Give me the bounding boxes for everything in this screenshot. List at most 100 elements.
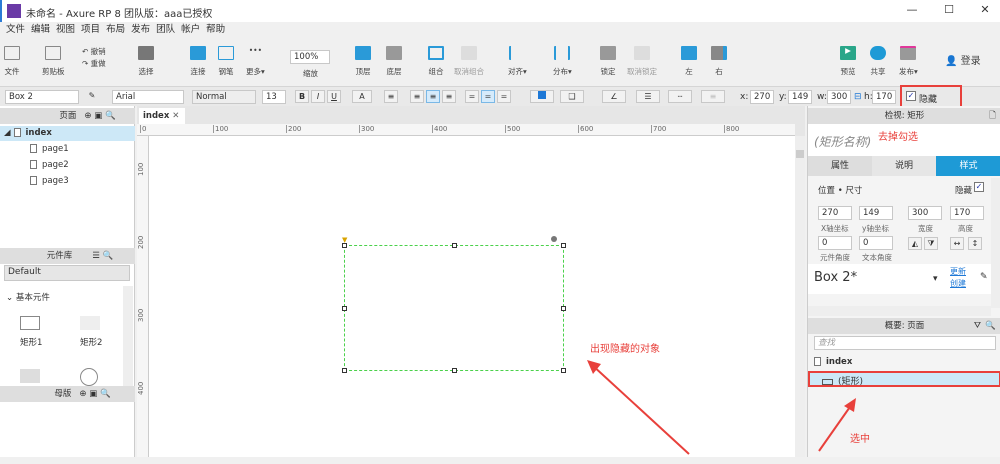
align-bottom-button[interactable]: = bbox=[497, 90, 511, 103]
undo-button[interactable]: ↶ 撤销 bbox=[82, 46, 106, 57]
align-right-button[interactable]: ≡ bbox=[442, 90, 456, 103]
login-button[interactable]: 👤 登录 bbox=[945, 52, 981, 67]
menu-team[interactable]: 团队 bbox=[156, 22, 175, 38]
create-style-link[interactable]: 创建 bbox=[950, 278, 966, 289]
lock-button[interactable]: 锁定 bbox=[600, 46, 616, 77]
search-masters-icon[interactable]: 🔍 bbox=[100, 389, 111, 399]
align-top-button[interactable]: = bbox=[465, 90, 479, 103]
italic-button[interactable]: I bbox=[311, 90, 325, 103]
menu-view[interactable]: 视图 bbox=[56, 22, 75, 38]
canvas-vertical-scrollbar[interactable] bbox=[795, 136, 805, 457]
menu-account[interactable]: 帐户 bbox=[181, 22, 200, 38]
page-item[interactable]: page2 bbox=[30, 160, 69, 170]
tab-properties[interactable]: 属性 bbox=[808, 156, 872, 176]
menu-help[interactable]: 帮助 bbox=[206, 22, 225, 38]
image-widget-icon[interactable] bbox=[20, 369, 40, 383]
bullet-button[interactable]: ≡ bbox=[384, 90, 398, 103]
hidden-checkbox-inspector[interactable]: ✓ bbox=[974, 182, 984, 192]
clipboard-button[interactable]: 剪贴板 bbox=[42, 46, 65, 77]
outline-page-index[interactable]: index bbox=[814, 357, 852, 367]
tab-notes[interactable]: 说明 bbox=[872, 156, 936, 176]
shadow-button[interactable]: ❑ bbox=[560, 90, 584, 103]
h-input[interactable]: 170 bbox=[872, 90, 896, 104]
share-button[interactable]: 共享 bbox=[870, 46, 886, 77]
flip-vertical-button[interactable]: ◭ bbox=[908, 237, 922, 250]
font-weight-select[interactable]: Normal bbox=[192, 90, 256, 104]
y-coordinate-input[interactable]: 149 bbox=[859, 206, 893, 220]
align-left-button[interactable]: ≡ bbox=[410, 90, 424, 103]
file-button[interactable]: 文件 bbox=[4, 46, 20, 77]
add-page-icon[interactable]: ⊕ bbox=[84, 111, 91, 121]
fill-color-button[interactable] bbox=[530, 90, 554, 103]
menu-layout[interactable]: 布局 bbox=[106, 22, 125, 38]
lock-ratio-icon[interactable]: ⊟ bbox=[854, 92, 862, 102]
font-size-select[interactable]: 13 bbox=[262, 90, 286, 104]
x-coordinate-input[interactable]: 270 bbox=[818, 206, 852, 220]
hidden-checkbox[interactable]: ✓ bbox=[906, 91, 916, 101]
edit-style-icon[interactable]: ✎ bbox=[980, 272, 988, 282]
tab-style[interactable]: 样式 bbox=[936, 156, 1000, 176]
preview-button[interactable]: ▶ 预览 bbox=[840, 46, 856, 77]
outline-search-input[interactable]: 查找 bbox=[814, 336, 996, 350]
add-folder-icon[interactable]: ▣ bbox=[94, 111, 102, 121]
add-folder-icon[interactable]: ▣ bbox=[89, 389, 97, 399]
bold-button[interactable]: B bbox=[295, 90, 309, 103]
unlock-button[interactable]: 取消锁定 bbox=[627, 46, 657, 77]
bring-top-button[interactable]: 顶层 bbox=[355, 46, 371, 77]
style-dropdown-icon[interactable]: ▾ bbox=[933, 274, 938, 284]
rotation-input[interactable]: 0 bbox=[818, 236, 852, 250]
left-panel-button[interactable]: 左 bbox=[681, 46, 697, 77]
library-scrollbar[interactable] bbox=[123, 286, 133, 386]
align-middle-button[interactable]: = bbox=[481, 90, 495, 103]
distribute-button[interactable]: 分布▾ bbox=[553, 46, 572, 77]
anchor-icon[interactable]: ▼ bbox=[342, 236, 347, 244]
search-pages-icon[interactable]: 🔍 bbox=[105, 111, 116, 121]
minimize-button[interactable]: — bbox=[897, 3, 927, 19]
close-tab-icon[interactable]: ✕ bbox=[172, 111, 179, 121]
font-select[interactable]: Arial bbox=[112, 90, 184, 104]
rectangle2-icon[interactable] bbox=[80, 316, 100, 330]
page-item[interactable]: page3 bbox=[30, 176, 69, 186]
add-master-icon[interactable]: ⊕ bbox=[79, 389, 86, 399]
maximize-button[interactable]: ☐ bbox=[934, 3, 964, 19]
style-select[interactable]: Box 2 bbox=[5, 90, 79, 104]
redo-button[interactable]: ↷ 重做 bbox=[82, 58, 106, 69]
style-edit-icon[interactable]: ✎ bbox=[85, 90, 99, 103]
flip-horizontal-button[interactable]: ⧩ bbox=[924, 237, 938, 250]
ellipse-widget-icon[interactable] bbox=[80, 368, 98, 386]
inspector-horizontal-scrollbar[interactable] bbox=[808, 306, 991, 316]
pen-button[interactable]: 钢笔 bbox=[218, 46, 234, 77]
right-panel-button[interactable]: 右 bbox=[711, 46, 727, 77]
search-outline-icon[interactable]: 🔍 bbox=[985, 318, 996, 334]
group-button[interactable]: 组合 bbox=[428, 46, 444, 77]
height-input[interactable]: 170 bbox=[950, 206, 984, 220]
menu-edit[interactable]: 编辑 bbox=[31, 22, 50, 38]
underline-button[interactable]: U bbox=[327, 90, 341, 103]
hidden-rectangle-widget[interactable]: ▼ bbox=[342, 236, 566, 373]
update-style-link[interactable]: 更新 bbox=[950, 266, 966, 277]
line-color-button[interactable]: ∠ bbox=[602, 90, 626, 103]
page-item[interactable]: page1 bbox=[30, 144, 69, 154]
menu-publish[interactable]: 发布 bbox=[131, 22, 150, 38]
w-input[interactable]: 300 bbox=[827, 90, 851, 104]
fit-width-button[interactable]: ↔ bbox=[950, 237, 964, 250]
align-center-button[interactable]: ≡ bbox=[426, 90, 440, 103]
library-section[interactable]: ⌄ 基本元件 bbox=[6, 291, 50, 303]
menu-file[interactable]: 文件 bbox=[6, 22, 25, 38]
tab-index[interactable]: index ✕ bbox=[139, 108, 185, 124]
fit-height-button[interactable]: ↕ bbox=[968, 237, 982, 250]
line-width-button[interactable]: ☰ bbox=[636, 90, 660, 103]
page-icon[interactable]: 🗋 bbox=[989, 108, 996, 124]
text-rotation-input[interactable]: 0 bbox=[859, 236, 893, 250]
close-button[interactable]: ✕ bbox=[970, 3, 1000, 19]
search-library-icon[interactable]: 🔍 bbox=[103, 251, 114, 261]
design-surface[interactable]: ▼ 出现隐藏的对象 bbox=[149, 136, 795, 457]
y-input[interactable]: 149 bbox=[788, 90, 812, 104]
filter-icon[interactable]: ⛛ bbox=[974, 318, 981, 334]
ungroup-button[interactable]: 取消组合 bbox=[454, 46, 484, 77]
rotate-handle[interactable] bbox=[551, 236, 557, 242]
zoom-select[interactable]: 100% bbox=[290, 50, 330, 64]
x-input[interactable]: 270 bbox=[750, 90, 774, 104]
width-input[interactable]: 300 bbox=[908, 206, 942, 220]
connect-button[interactable]: 连接 bbox=[190, 46, 206, 77]
